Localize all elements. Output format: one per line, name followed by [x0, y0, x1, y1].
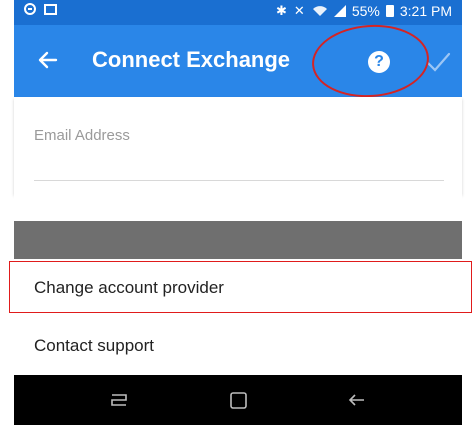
bottom-sheet-header: [14, 221, 462, 259]
status-right: ✱ ✕ 55% 3:21 PM: [276, 3, 452, 19]
navigation-bar: [14, 375, 462, 425]
mute-icon: ✕: [293, 3, 306, 18]
home-icon[interactable]: [226, 387, 252, 413]
back-nav-icon[interactable]: [344, 387, 370, 413]
battery-percent: 55%: [351, 3, 380, 19]
back-arrow-icon[interactable]: [36, 47, 60, 73]
menu-item-contact-support[interactable]: Contact support: [14, 316, 462, 375]
status-left-icons: [24, 3, 57, 15]
recent-apps-icon[interactable]: [106, 387, 132, 413]
signal-icon: [333, 5, 346, 17]
bluetooth-icon: ✱: [276, 3, 288, 18]
wifi-icon: [312, 6, 327, 16]
content-gap: [14, 194, 462, 221]
battery-icon: [385, 5, 394, 17]
email-card: [14, 97, 462, 194]
page-title: Connect Exchange: [92, 47, 291, 72]
image-icon: [44, 3, 57, 15]
status-bar: ✱ ✕ 55% 3:21 PM: [14, 0, 462, 25]
circle-minus-icon: [24, 3, 36, 15]
annotation-highlight-box: [9, 261, 472, 313]
menu-item-label: Contact support: [34, 335, 155, 355]
phone-screen: ✱ ✕ 55% 3:21 PM Connect Exchange ? Chang: [0, 0, 476, 425]
status-time: 3:21 PM: [399, 3, 452, 19]
email-field[interactable]: [34, 119, 444, 181]
